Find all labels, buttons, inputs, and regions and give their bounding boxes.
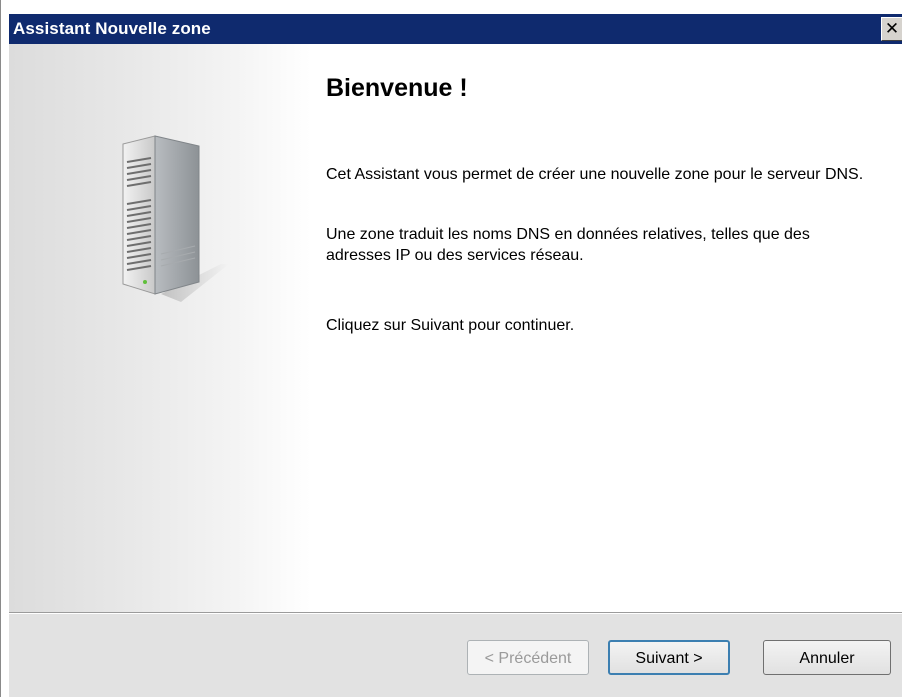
wizard-dialog: Assistant Nouvelle zone ✕ Bienvenue ! Ce… [0, 0, 902, 697]
title-bar: Assistant Nouvelle zone ✕ [9, 14, 902, 44]
cancel-button[interactable]: Annuler [763, 640, 891, 675]
close-icon: ✕ [884, 19, 900, 38]
next-button[interactable]: Suivant > [608, 640, 730, 675]
instruction-text: Cliquez sur Suivant pour continuer. [326, 317, 575, 334]
previous-button[interactable]: < Précédent [467, 640, 589, 675]
close-button[interactable]: ✕ [881, 17, 902, 41]
page-title: Bienvenue ! [326, 74, 468, 102]
description-text: Une zone traduit les noms DNS en données… [326, 226, 810, 264]
intro-text: Cet Assistant vous permet de créer une n… [326, 166, 864, 183]
window-title: Assistant Nouvelle zone [13, 19, 211, 38]
server-icon [122, 135, 229, 302]
wizard-sidebar [9, 44, 311, 612]
